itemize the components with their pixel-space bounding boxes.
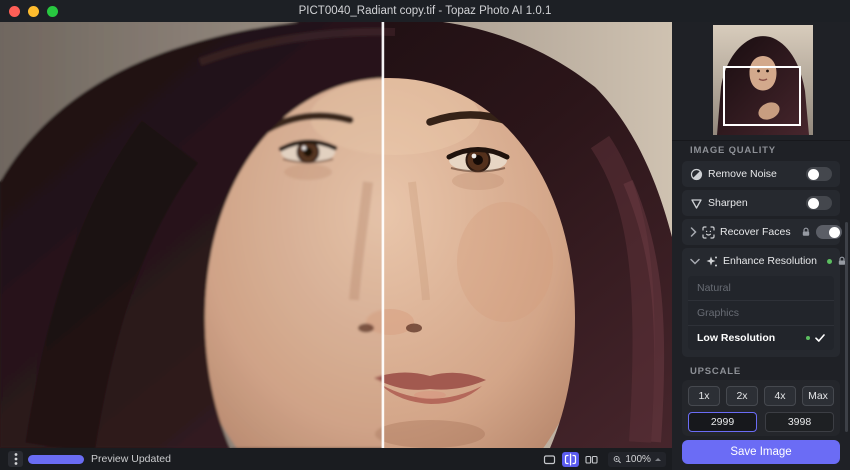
single-view-icon xyxy=(543,454,556,464)
active-indicator-dot xyxy=(826,258,832,264)
zoom-control[interactable]: 100% xyxy=(608,451,666,467)
mode-option-graphics[interactable]: Graphics xyxy=(688,300,834,325)
single-view-button[interactable] xyxy=(541,452,558,467)
scale-2x-button[interactable]: 2x xyxy=(726,386,758,406)
status-text: Preview Updated xyxy=(91,453,171,465)
image-quality-header: IMAGE QUALITY xyxy=(690,145,776,156)
zoom-in-icon xyxy=(613,455,621,463)
mode-label: Graphics xyxy=(697,307,740,319)
remove-noise-toggle[interactable] xyxy=(806,167,832,181)
scale-1x-button[interactable]: 1x xyxy=(688,386,720,406)
split-view-icon xyxy=(564,453,577,465)
scale-factor-buttons: 1x 2x 4x Max xyxy=(688,386,834,406)
sharpen-toggle[interactable] xyxy=(806,196,832,210)
status-bar: Preview Updated 100% xyxy=(0,448,672,470)
mode-label: Low Resolution xyxy=(697,332,776,344)
recover-faces-toggle[interactable] xyxy=(815,225,842,239)
caret-up-icon xyxy=(654,457,661,461)
close-window-button[interactable] xyxy=(9,5,20,17)
mode-option-natural[interactable]: Natural xyxy=(688,276,834,300)
upscale-card: 1x 2x 4x Max xyxy=(682,380,840,436)
filter-row-sharpen[interactable]: Sharpen xyxy=(682,190,840,216)
window-title: PICT0040_Radiant copy.tif - Topaz Photo … xyxy=(298,5,552,17)
filter-label: Enhance Resolution xyxy=(723,255,817,267)
settings-sidebar: IMAGE QUALITY Remove Noise Sharpen Recov… xyxy=(672,22,850,470)
filter-card-enhance-resolution: Enhance Resolution Natural Graphics Low … xyxy=(682,248,846,357)
filter-row-recover-faces[interactable]: Recover Faces xyxy=(682,219,842,245)
filter-row-remove-noise[interactable]: Remove Noise xyxy=(682,161,840,187)
image-preview-canvas[interactable] xyxy=(0,22,672,448)
enhance-mode-list: Natural Graphics Low Resolution xyxy=(688,276,834,350)
sidebar-scrollbar[interactable] xyxy=(845,222,848,432)
status-menu-button[interactable] xyxy=(8,451,23,467)
zoom-level-value: 100% xyxy=(625,453,651,465)
zoom-window-button[interactable] xyxy=(47,5,58,17)
filter-row-enhance-resolution[interactable]: Enhance Resolution xyxy=(682,248,846,274)
filter-label: Recover Faces xyxy=(720,226,791,238)
minimize-window-button[interactable] xyxy=(28,5,39,17)
width-input[interactable] xyxy=(688,412,757,432)
chevron-down-icon[interactable] xyxy=(690,258,700,265)
height-input[interactable] xyxy=(765,412,834,432)
side-by-side-view-icon xyxy=(585,455,598,464)
scale-4x-button[interactable]: 4x xyxy=(764,386,796,406)
window-controls xyxy=(0,0,58,22)
lock-icon[interactable] xyxy=(801,227,811,237)
kebab-menu-icon xyxy=(14,453,17,465)
chevron-right-icon[interactable] xyxy=(690,227,697,237)
preview-progress-bar xyxy=(28,454,84,464)
dimension-inputs xyxy=(688,412,834,432)
upscale-header: UPSCALE xyxy=(690,366,741,377)
split-compare-line[interactable] xyxy=(381,22,385,448)
view-mode-buttons xyxy=(541,451,600,467)
scale-max-button[interactable]: Max xyxy=(802,386,834,406)
enhance-resolution-icon xyxy=(705,255,718,268)
recover-faces-icon xyxy=(702,225,715,239)
checkmark-icon xyxy=(815,334,825,342)
portrait-preview xyxy=(0,22,672,448)
title-bar: PICT0040_Radiant copy.tif - Topaz Photo … xyxy=(0,0,850,22)
mode-label: Natural xyxy=(697,282,731,294)
mode-option-low-resolution[interactable]: Low Resolution xyxy=(688,325,834,350)
split-view-button[interactable] xyxy=(562,451,579,467)
filter-label: Sharpen xyxy=(708,197,748,209)
active-indicator-dot xyxy=(806,336,810,340)
sidebar-divider xyxy=(672,140,850,141)
sharpen-icon xyxy=(690,197,703,210)
filter-label: Remove Noise xyxy=(708,168,777,180)
save-image-button[interactable]: Save Image xyxy=(682,440,840,464)
remove-noise-icon xyxy=(690,168,703,181)
side-by-side-view-button[interactable] xyxy=(583,452,600,467)
navigator-thumbnail[interactable] xyxy=(713,25,813,135)
